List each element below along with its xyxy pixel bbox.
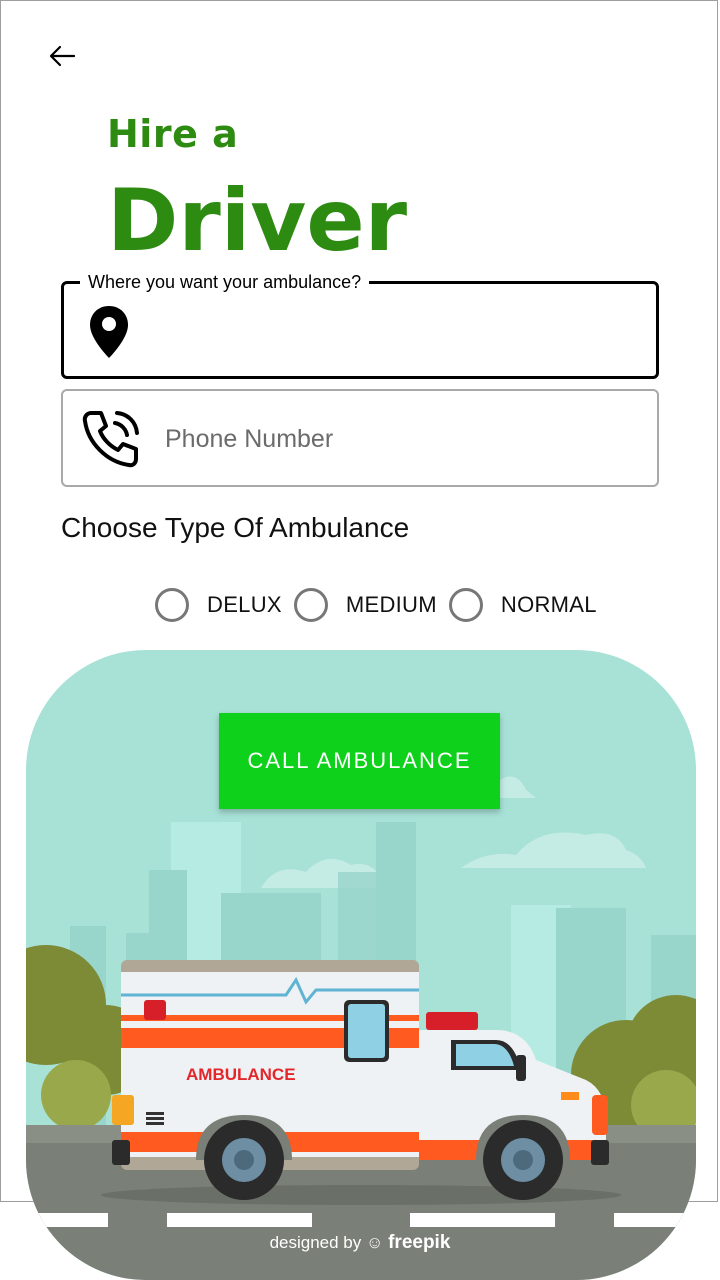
arrow-left-icon (49, 45, 76, 67)
phone-call-icon (82, 411, 139, 468)
credit-brand: freepik (388, 1232, 451, 1253)
title-line-1: Hire a (107, 112, 239, 156)
radio-circle[interactable] (293, 588, 328, 622)
location-pin-icon (90, 306, 128, 358)
freepik-logo-icon: ☺ (366, 1233, 384, 1252)
ambulance-type-radio-group: DELUX MEDIUM NORMAL (155, 585, 609, 625)
ambulance-text: AMBULANCE (186, 1065, 296, 1084)
credit-prefix: designed by (269, 1233, 362, 1252)
ambulance-type-heading: Choose Type Of Ambulance (61, 512, 410, 543)
radio-label: MEDIUM (345, 592, 437, 617)
radio-label: NORMAL (500, 592, 597, 617)
radio-normal[interactable]: NORMAL (448, 588, 597, 622)
radio-label: DELUX (207, 592, 282, 617)
radio-circle[interactable] (448, 588, 483, 622)
phone-field[interactable] (61, 389, 659, 487)
radio-delux[interactable]: DELUX (155, 588, 282, 622)
location-input[interactable] (154, 304, 638, 358)
call-ambulance-button[interactable]: CALL AMBULANCE (219, 713, 500, 809)
radio-circle[interactable] (155, 588, 189, 622)
location-field-label: Where you want your ambulance? (80, 272, 370, 292)
radio-medium[interactable]: MEDIUM (293, 588, 437, 622)
freepik-credit: designed by ☺ freepik (0, 1232, 720, 1254)
phone-input[interactable] (163, 411, 627, 467)
back-button[interactable] (44, 40, 80, 72)
location-field[interactable]: Where you want your ambulance? (61, 272, 659, 379)
title-line-2: Driver (107, 171, 408, 271)
